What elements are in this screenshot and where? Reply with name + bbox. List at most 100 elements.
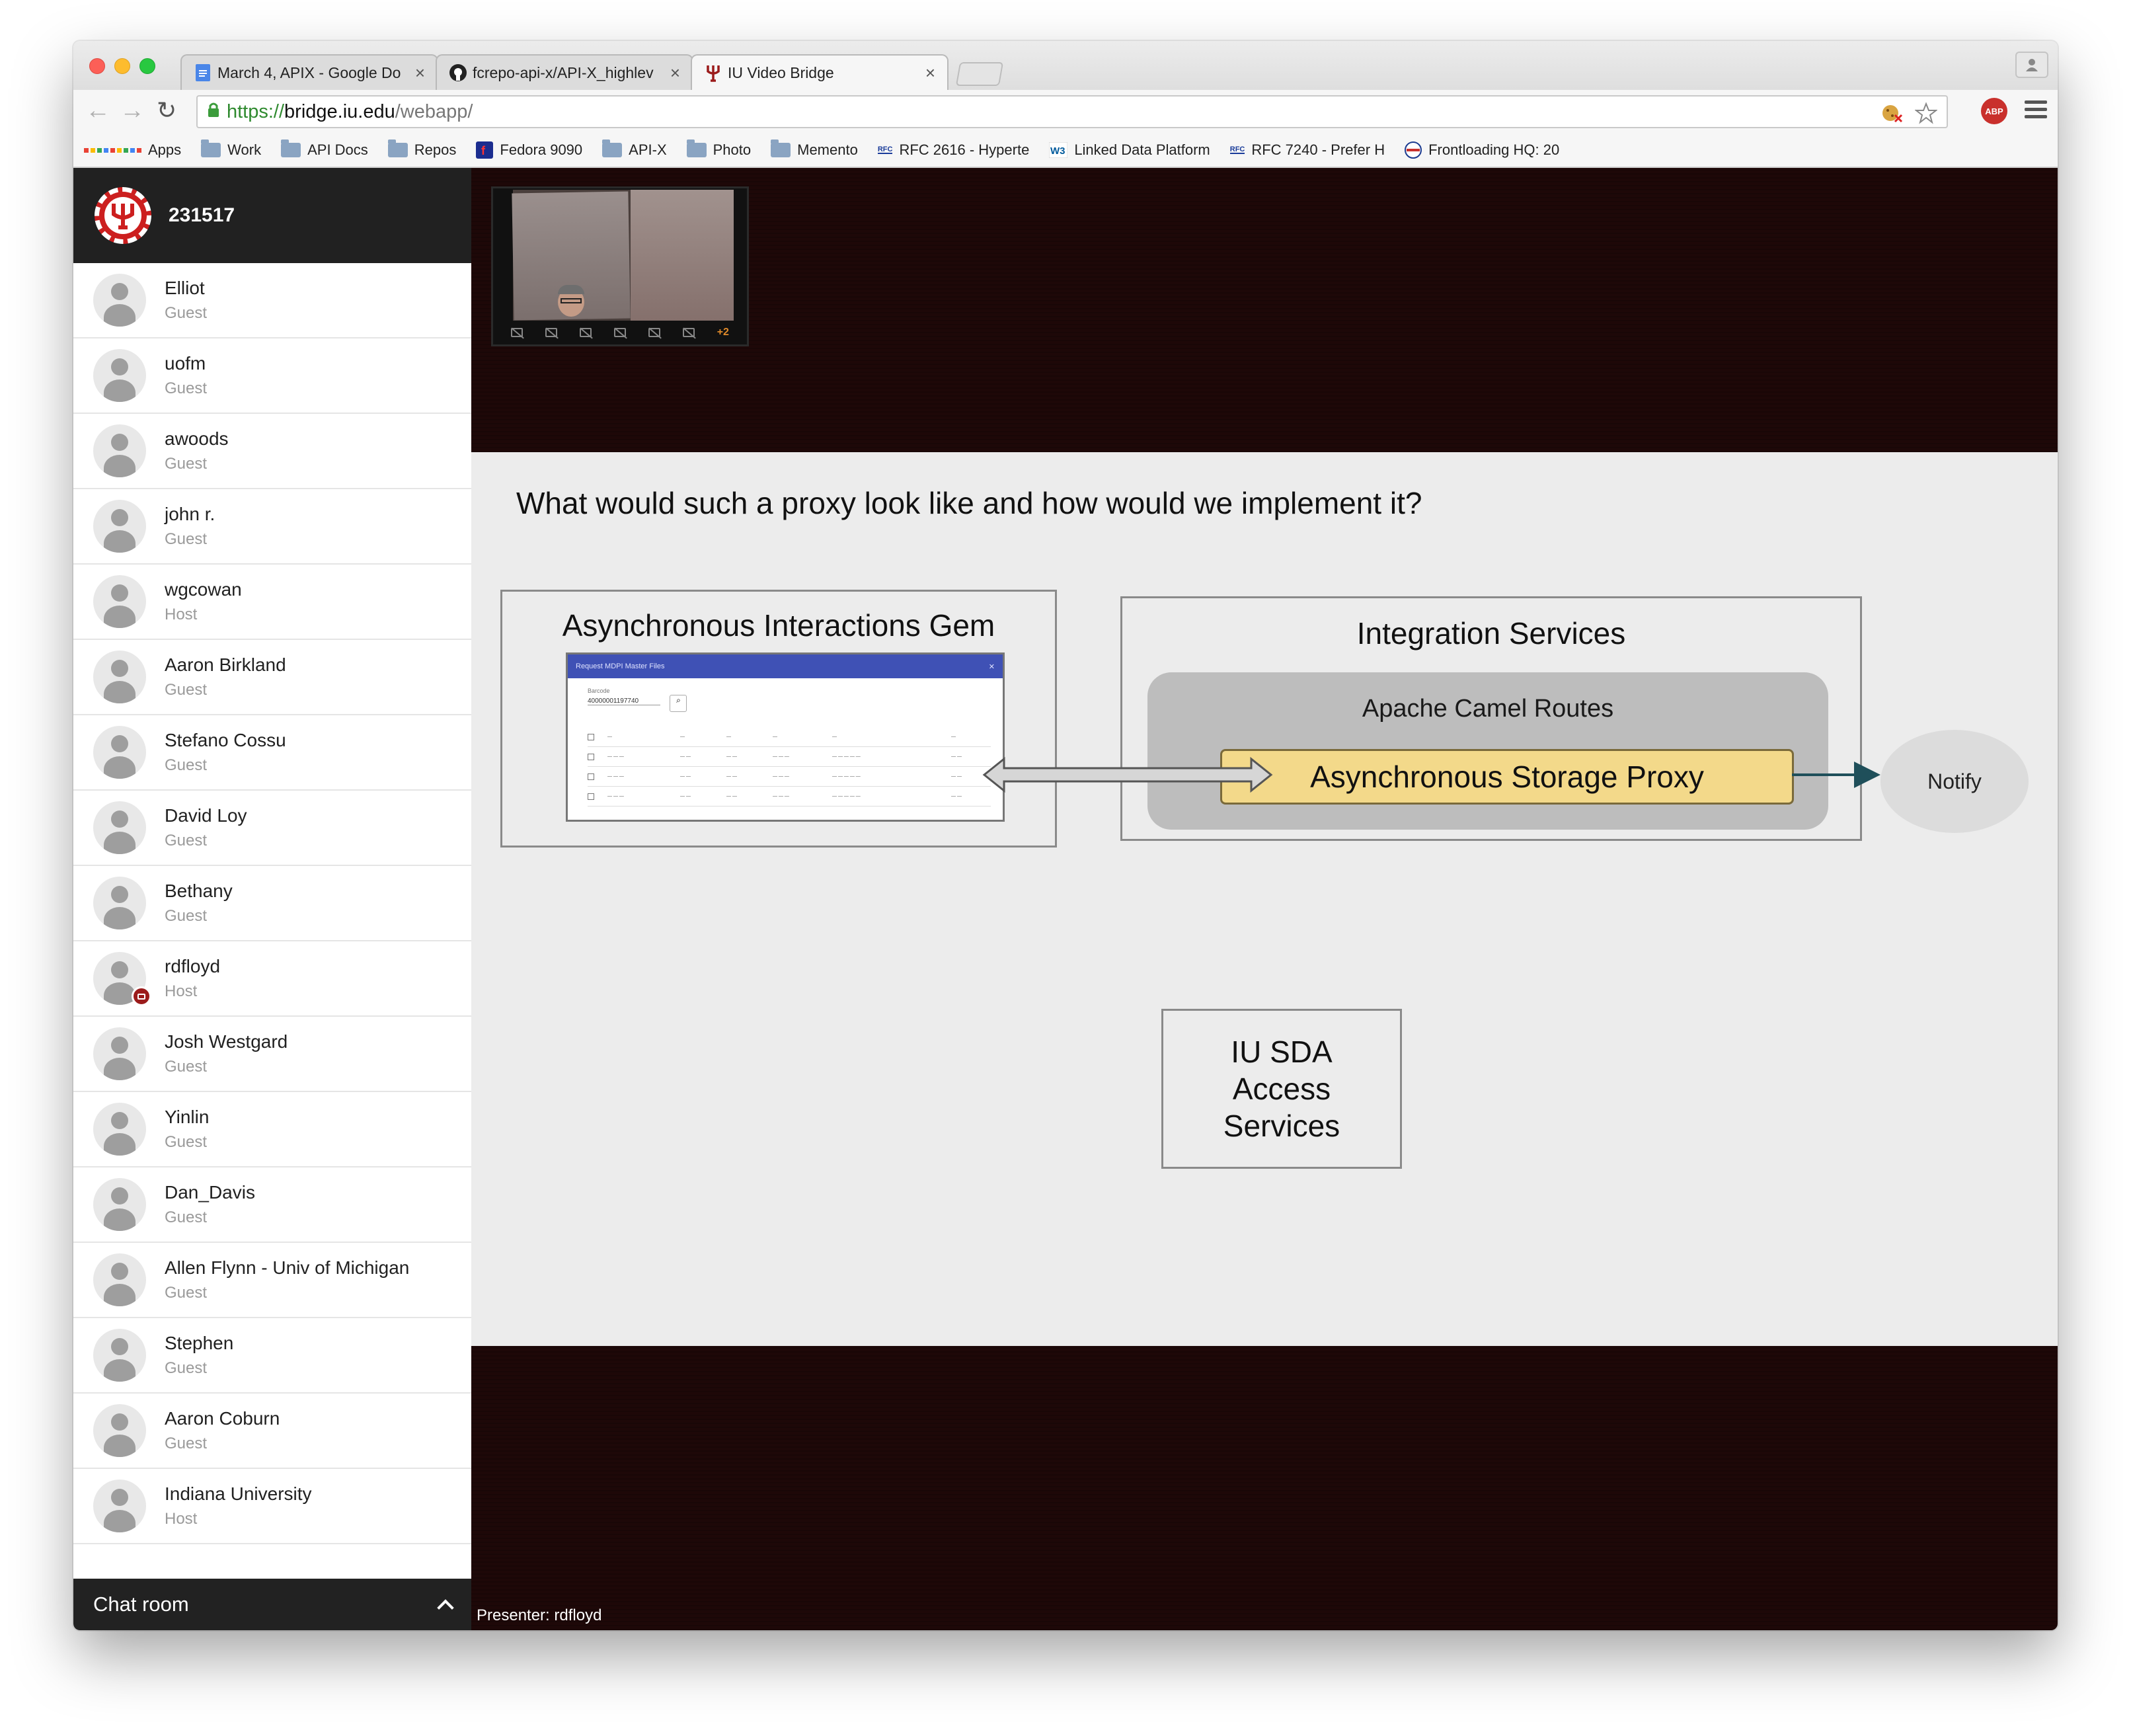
participant-role: Guest [165, 832, 208, 849]
bookmark-rfc-7240[interactable]: RFC RFC 7240 - Prefer H [1229, 141, 1385, 159]
folder-icon [771, 139, 791, 157]
tab-close-icon[interactable]: × [415, 63, 425, 83]
close-window-button[interactable] [89, 58, 105, 74]
iu-sda-box: IU SDA Access Services [1161, 1009, 1402, 1169]
bookmark-rfc-2616[interactable]: RFC RFC 2616 - Hyperte [877, 141, 1029, 159]
participant-row[interactable]: Allen Flynn - Univ of Michigan Guest [73, 1243, 471, 1318]
adblock-extension-button[interactable]: ABP [1981, 98, 2007, 124]
chat-room-toggle[interactable]: Chat room [73, 1579, 471, 1630]
tab-close-icon[interactable]: × [670, 63, 680, 83]
participant-name: Bethany [165, 881, 233, 901]
reload-icon[interactable]: ↻ [157, 97, 176, 124]
menu-icon[interactable] [2025, 100, 2047, 122]
participant-row[interactable]: Josh Westgard Guest [73, 1017, 471, 1092]
folder-icon [686, 139, 707, 157]
participant-row[interactable]: Stefano Cossu Guest [73, 715, 471, 791]
participant-row[interactable]: Yinlin Guest [73, 1092, 471, 1167]
participant-row[interactable]: john r. Guest [73, 489, 471, 565]
participant-name: Yinlin [165, 1107, 210, 1127]
tab-close-icon[interactable]: × [925, 63, 935, 83]
participant-name: wgcowan [165, 579, 242, 600]
person-icon [2026, 59, 2038, 71]
github-icon [449, 63, 467, 82]
avatar-icon [93, 575, 146, 628]
google-docs-icon [194, 63, 212, 82]
screen-share-icon [132, 986, 151, 1006]
notify-ellipse: Notify [1880, 730, 2029, 833]
tab-title: March 4, APIX - Google Do [217, 63, 401, 81]
participant-row[interactable]: Aaron Birkland Guest [73, 640, 471, 715]
participant-row[interactable]: Bethany Guest [73, 866, 471, 941]
avatar-icon [93, 877, 146, 929]
tab-title: IU Video Bridge [728, 63, 834, 81]
participant-role: Guest [165, 1284, 208, 1302]
participant-row[interactable]: David Loy Guest [73, 791, 471, 866]
iu-logo-icon [95, 187, 151, 244]
participant-name: Aaron Birkland [165, 654, 286, 675]
gem-box: Asynchronous Interactions Gem Request MD… [500, 590, 1057, 848]
participant-row[interactable]: Dan_Davis Guest [73, 1167, 471, 1243]
participant-row[interactable]: Elliot Guest [73, 263, 471, 338]
bookmark-label: API-X [629, 141, 667, 158]
bookmark-star-icon[interactable] [1914, 102, 1938, 128]
bookmark-api-docs[interactable]: API Docs [281, 139, 368, 159]
video-off-icon[interactable] [545, 328, 557, 337]
participant-role: Guest [165, 304, 208, 322]
video-off-icon[interactable] [682, 328, 695, 337]
minimize-window-button[interactable] [114, 58, 130, 74]
address-bar[interactable]: https:// bridge.iu.edu /webapp/ [196, 95, 1948, 128]
shared-slide: What would such a proxy look like and ho… [471, 452, 2058, 1346]
zoom-window-button[interactable] [139, 58, 155, 74]
tab-strip: March 4, APIX - Google Do × fcrepo-api-x… [73, 41, 2058, 90]
participant-row[interactable]: wgcowan Host [73, 565, 471, 640]
apps-grid-icon [84, 147, 141, 153]
tab-iu-video-bridge[interactable]: IU Video Bridge × [691, 54, 949, 90]
avatar-icon [93, 1329, 146, 1382]
participant-role: Guest [165, 379, 208, 397]
forward-arrow-icon[interactable]: → [120, 97, 145, 125]
video-off-icon[interactable] [648, 328, 660, 337]
participant-name: Indiana University [165, 1483, 312, 1504]
bookmark-fedora[interactable]: f Fedora 9090 [476, 141, 582, 159]
new-tab-button[interactable] [955, 62, 1004, 86]
bookmark-api-x[interactable]: API-X [602, 139, 667, 159]
bookmark-memento[interactable]: Memento [771, 139, 858, 159]
video-off-icon[interactable] [510, 328, 523, 337]
main-stage: +2 What would such a proxy look like and… [471, 168, 2058, 1630]
sda-line-1: IU SDA [1231, 1035, 1333, 1069]
participant-row[interactable]: uofm Guest [73, 338, 471, 414]
back-arrow-icon[interactable]: ← [85, 97, 110, 125]
participant-row[interactable]: rdfloyd Host [73, 941, 471, 1017]
tab-github[interactable]: fcrepo-api-x/API-X_highlev × [436, 54, 693, 90]
cookie-blocked-icon[interactable] [1880, 102, 1903, 128]
bookmark-frontloading[interactable]: Frontloading HQ: 20 [1405, 141, 1559, 159]
bookmark-linked-data-platform[interactable]: W3 Linked Data Platform [1049, 141, 1210, 159]
bookmark-work[interactable]: Work [201, 139, 261, 159]
search-icon: ⌕ [670, 695, 687, 712]
participant-row[interactable]: Stephen Guest [73, 1318, 471, 1394]
svg-text:f: f [481, 144, 486, 157]
camel-title: Apache Camel Routes [1362, 695, 1614, 723]
more-participants-badge[interactable]: +2 [717, 327, 729, 338]
participant-row[interactable]: Indiana University Host [73, 1469, 471, 1544]
participant-row[interactable]: Aaron Coburn Guest [73, 1394, 471, 1469]
folder-icon [387, 139, 408, 157]
bookmark-photo[interactable]: Photo [686, 139, 751, 159]
participant-list: Elliot Guest uofm Guest awoods Guest john r. Gu… [73, 263, 471, 1544]
video-off-icon[interactable] [579, 328, 592, 337]
participant-name: Aaron Coburn [165, 1408, 280, 1429]
avatar-icon [93, 1178, 146, 1231]
bookmark-repos[interactable]: Repos [387, 139, 456, 159]
url-scheme: https:// [227, 100, 285, 122]
video-thumbnail[interactable]: +2 [491, 186, 749, 346]
bookmark-apps[interactable]: Apps [84, 141, 181, 159]
video-off-icon[interactable] [613, 328, 626, 337]
tab-google-docs[interactable]: March 4, APIX - Google Do × [180, 54, 438, 90]
participant-row[interactable]: awoods Guest [73, 414, 471, 489]
dialog-field-label: Barcode [588, 688, 610, 694]
profile-button[interactable] [2015, 52, 2048, 78]
participant-role: Guest [165, 681, 208, 699]
participant-role: Guest [165, 1058, 208, 1076]
tab-title: fcrepo-api-x/API-X_highlev [473, 63, 654, 81]
avatar-icon [93, 274, 146, 327]
